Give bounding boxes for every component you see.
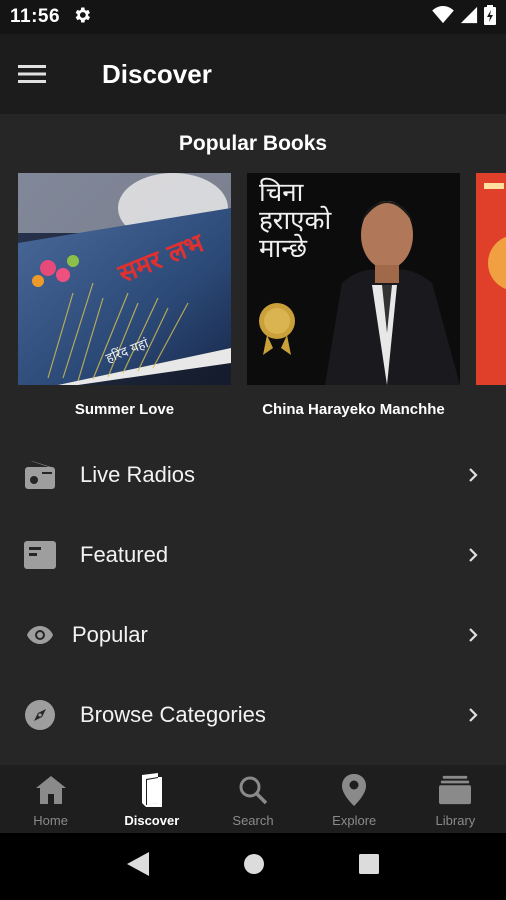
chevron-right-icon <box>466 625 480 645</box>
nav-label: Home <box>33 813 68 828</box>
settings-gear-icon <box>72 5 92 30</box>
radio-icon <box>24 459 56 491</box>
book-cover[interactable]: समर लभ हरिंद यहां <box>18 173 231 385</box>
chevron-right-icon <box>466 465 480 485</box>
menu-item-featured[interactable]: Featured <box>0 515 506 595</box>
nav-discover[interactable]: Discover <box>101 765 202 833</box>
battery-icon <box>484 4 496 30</box>
nav-label: Search <box>232 813 274 828</box>
featured-icon <box>24 539 56 571</box>
eye-icon <box>24 619 56 651</box>
hamburger-menu-icon[interactable] <box>4 46 60 102</box>
nav-explore[interactable]: Explore <box>304 765 405 833</box>
book-card[interactable] <box>476 173 506 385</box>
wifi-icon <box>432 5 454 29</box>
book-cover-line1: चिना <box>259 177 305 208</box>
book-card[interactable]: चिना हराएको मान्छे China Harayeko Manchh… <box>247 173 460 418</box>
nav-label: Discover <box>124 813 180 828</box>
book-cover[interactable] <box>476 173 506 385</box>
menu-item-popular[interactable]: Popular <box>0 595 506 675</box>
nav-search[interactable]: Search <box>202 765 303 833</box>
nav-label: Library <box>435 813 476 828</box>
menu-item-live-radios[interactable]: Live Radios <box>0 435 506 515</box>
menu-item-label: Featured <box>80 542 169 567</box>
section-title: Popular Books <box>178 132 328 155</box>
book-title: China Harayeko Manchhe <box>262 401 445 418</box>
book-icon <box>136 773 168 807</box>
home-icon <box>35 773 67 807</box>
nav-library[interactable]: Library <box>405 765 506 833</box>
status-time: 11:56 <box>10 6 61 27</box>
chevron-right-icon <box>466 545 480 565</box>
back-icon[interactable] <box>127 852 149 881</box>
chevron-right-icon <box>466 705 480 725</box>
book-card[interactable]: समर लभ हरिंद यहां Summer Love <box>18 173 231 418</box>
discover-menu: Live Radios Featured Popular Browse Cate… <box>0 435 506 755</box>
app-bar: Discover <box>0 34 506 114</box>
library-icon <box>439 773 472 807</box>
system-navigation-bar <box>0 833 506 900</box>
menu-item-label: Browse Categories <box>80 702 266 727</box>
cell-signal-icon <box>460 6 478 29</box>
book-title: Summer Love <box>74 401 175 418</box>
books-carousel[interactable]: समर लभ हरिंद यहां Summer Love चिना हराएक… <box>0 173 506 423</box>
status-bar: 11:56 <box>0 0 506 34</box>
search-icon <box>237 773 269 807</box>
menu-item-label: Live Radios <box>80 462 195 487</box>
recents-icon[interactable] <box>359 854 379 879</box>
menu-item-label: Popular <box>72 622 148 647</box>
nav-home[interactable]: Home <box>0 765 101 833</box>
home-button-icon[interactable] <box>243 853 265 880</box>
book-cover-line3: मान्छे <box>259 233 308 264</box>
book-cover[interactable]: चिना हराएको मान्छे <box>247 173 460 385</box>
bottom-navigation: Home Discover Search Explore Library <box>0 765 506 833</box>
menu-item-browse-categories[interactable]: Browse Categories <box>0 675 506 755</box>
compass-icon <box>24 699 56 731</box>
nav-label: Explore <box>332 813 377 828</box>
location-pin-icon <box>338 773 370 807</box>
book-cover-line2: हराएको <box>259 205 333 236</box>
page-title: Discover <box>102 58 212 89</box>
